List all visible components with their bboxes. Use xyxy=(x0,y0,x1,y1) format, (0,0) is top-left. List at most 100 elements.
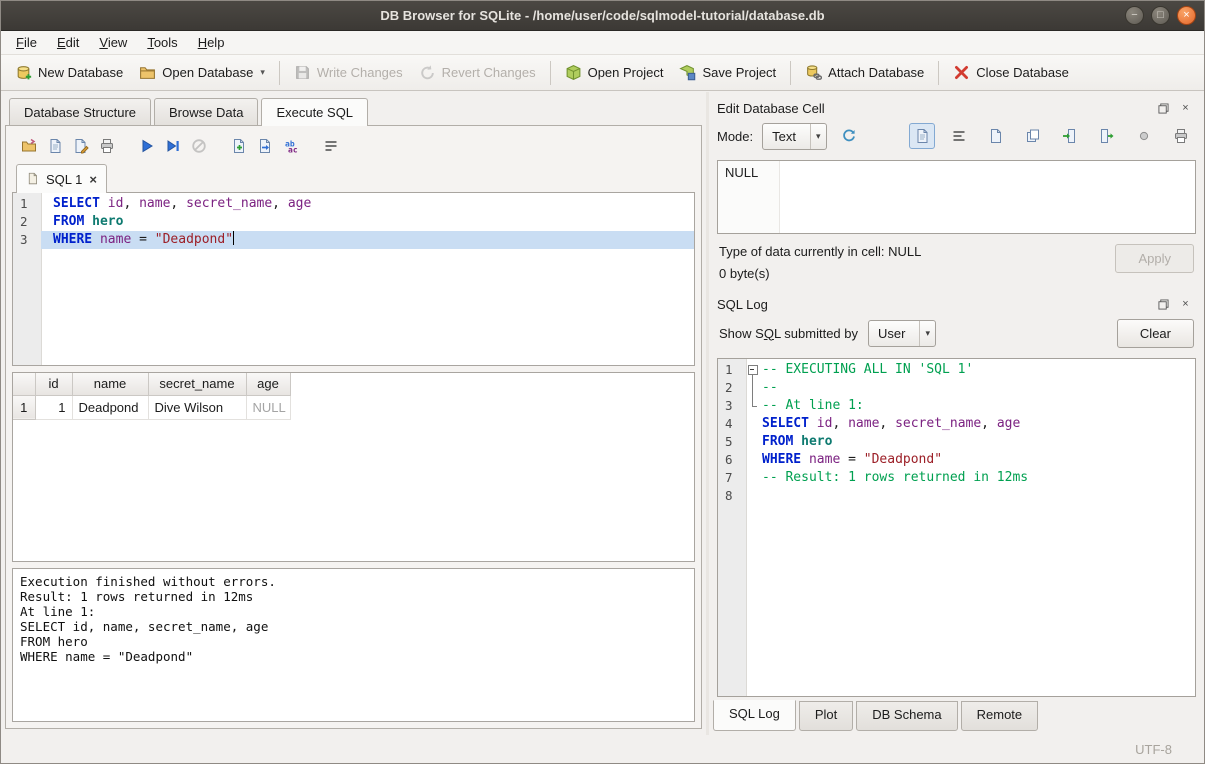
tab-browse-data[interactable]: Browse Data xyxy=(154,98,258,125)
export-sql-icon[interactable] xyxy=(252,133,278,159)
close-icon: × xyxy=(1183,10,1189,21)
open-project-button[interactable]: Open Project xyxy=(557,59,672,86)
copy-icon[interactable] xyxy=(1020,123,1046,149)
open-database-button[interactable]: Open Database ▾ xyxy=(131,59,273,86)
fold-marker-icon[interactable] xyxy=(746,361,760,379)
execution-message[interactable]: Execution finished without errors. Resul… xyxy=(12,568,695,722)
menu-help[interactable]: Help xyxy=(188,32,235,53)
tab-database-structure[interactable]: Database Structure xyxy=(9,98,151,125)
float-dock-icon[interactable] xyxy=(1155,100,1172,117)
set-null-icon[interactable] xyxy=(1131,123,1157,149)
table-row[interactable]: 1 1 Deadpond Dive Wilson NULL xyxy=(13,395,694,419)
bottom-dock-tab-bar: SQL Log Plot DB Schema Remote xyxy=(713,697,1196,731)
cell-value-editor[interactable]: NULL xyxy=(717,160,1196,234)
menu-view[interactable]: View xyxy=(89,32,137,53)
sql-log-view[interactable]: 1-- EXECUTING ALL IN 'SQL 1'2--3-- At li… xyxy=(717,358,1196,697)
find-replace-icon[interactable]: abac xyxy=(278,133,304,159)
sql-tab-1[interactable]: SQL 1 × xyxy=(16,164,107,193)
open-project-icon xyxy=(565,64,582,81)
cell-secret-name[interactable]: Dive Wilson xyxy=(148,395,246,419)
cell-age[interactable]: NULL xyxy=(246,395,290,419)
new-tab-icon[interactable] xyxy=(226,133,252,159)
code-line: 7-- Result: 1 rows returned in 12ms xyxy=(718,469,1195,487)
main-toolbar: New Database Open Database ▾ Write Chang… xyxy=(1,55,1204,91)
revert-changes-button: Revert Changes xyxy=(411,59,544,86)
revert-changes-icon xyxy=(419,64,436,81)
main-tab-area: Database Structure Browse Data Execute S… xyxy=(1,92,706,735)
open-database-dropdown-icon[interactable]: ▾ xyxy=(260,67,265,78)
cell-size-info: 0 byte(s) xyxy=(719,266,1115,281)
tab-execute-sql[interactable]: Execute SQL xyxy=(261,98,368,126)
menu-tools[interactable]: Tools xyxy=(137,32,187,53)
code-line: 1-- EXECUTING ALL IN 'SQL 1' xyxy=(718,361,1195,379)
mode-combobox[interactable]: Text ▾ xyxy=(762,123,826,150)
line-number: 6 xyxy=(718,451,746,469)
minimize-button[interactable]: − xyxy=(1125,6,1144,25)
close-sql-tab-icon[interactable]: × xyxy=(89,172,97,187)
submitted-by-combobox[interactable]: User ▾ xyxy=(868,320,936,347)
print-icon[interactable] xyxy=(1168,123,1194,149)
float-dock-icon[interactable] xyxy=(1155,296,1172,313)
import-icon[interactable] xyxy=(1057,123,1083,149)
text-mode-icon[interactable] xyxy=(909,123,935,149)
encoding-indicator[interactable]: UTF-8 xyxy=(1135,742,1172,757)
titlebar[interactable]: DB Browser for SQLite - /home/user/code/… xyxy=(1,1,1204,31)
export-icon[interactable] xyxy=(1094,123,1120,149)
save-project-button[interactable]: Save Project xyxy=(671,59,784,86)
maximize-button[interactable]: □ xyxy=(1151,6,1170,25)
toolbar-separator xyxy=(279,61,280,85)
open-sql-file-icon[interactable] xyxy=(16,133,42,159)
column-header-secret-name[interactable]: secret_name xyxy=(148,373,246,395)
row-filler xyxy=(290,395,694,419)
execute-current-line-icon[interactable] xyxy=(160,133,186,159)
execute-all-icon[interactable] xyxy=(134,133,160,159)
sql-log-title: SQL Log xyxy=(717,297,1150,312)
minimize-icon: − xyxy=(1131,10,1137,21)
fold-margin xyxy=(746,397,760,415)
sql-editor[interactable]: 1SELECT id, name, secret_name, age2FROM … xyxy=(12,192,695,366)
tab-sql-log[interactable]: SQL Log xyxy=(713,700,796,731)
attach-database-icon xyxy=(805,64,822,81)
close-database-button[interactable]: Close Database xyxy=(945,59,1077,86)
tab-db-schema[interactable]: DB Schema xyxy=(856,701,957,731)
cell-name[interactable]: Deadpond xyxy=(72,395,148,419)
close-dock-icon[interactable]: × xyxy=(1177,296,1194,313)
submitted-by-value: User xyxy=(878,326,919,341)
column-header-id[interactable]: id xyxy=(35,373,72,395)
tab-plot[interactable]: Plot xyxy=(799,701,853,731)
refresh-icon[interactable] xyxy=(836,123,862,149)
cell-type-info: Type of data currently in cell: NULL xyxy=(719,244,1115,259)
revert-changes-label: Revert Changes xyxy=(442,65,536,80)
save-sql-file-icon[interactable] xyxy=(42,133,68,159)
clear-button[interactable]: Clear xyxy=(1117,319,1194,348)
sql-toolbar: abac xyxy=(12,132,695,164)
save-sql-as-icon[interactable] xyxy=(68,133,94,159)
new-database-button[interactable]: New Database xyxy=(7,59,131,86)
menu-file[interactable]: File xyxy=(6,32,47,53)
code-line: 2-- xyxy=(718,379,1195,397)
open-external-icon[interactable] xyxy=(983,123,1009,149)
line-number: 3 xyxy=(13,231,41,249)
column-header-age[interactable]: age xyxy=(246,373,290,395)
right-dock-area: Edit Database Cell × Mode: Text ▾ xyxy=(709,92,1204,735)
close-dock-icon[interactable]: × xyxy=(1177,100,1194,117)
word-wrap-icon[interactable] xyxy=(946,123,972,149)
fold-margin xyxy=(746,487,760,505)
word-wrap-icon[interactable] xyxy=(318,133,344,159)
cell-id[interactable]: 1 xyxy=(35,395,72,419)
save-project-label: Save Project xyxy=(702,65,776,80)
column-header-name[interactable]: name xyxy=(72,373,148,395)
code-line: 3WHERE name = "Deadpond" xyxy=(13,231,694,249)
results-table: id name secret_name age 1 1 Dea xyxy=(13,373,694,420)
open-project-label: Open Project xyxy=(588,65,664,80)
tab-remote[interactable]: Remote xyxy=(961,701,1039,731)
close-button[interactable]: × xyxy=(1177,6,1196,25)
fold-margin xyxy=(746,415,760,433)
attach-database-button[interactable]: Attach Database xyxy=(797,59,932,86)
menu-edit[interactable]: Edit xyxy=(47,32,89,53)
write-changes-icon xyxy=(294,64,311,81)
line-number: 1 xyxy=(13,195,41,213)
print-icon[interactable] xyxy=(94,133,120,159)
results-grid: id name secret_name age 1 1 Dea xyxy=(12,372,695,562)
code-line: 3-- At line 1: xyxy=(718,397,1195,415)
